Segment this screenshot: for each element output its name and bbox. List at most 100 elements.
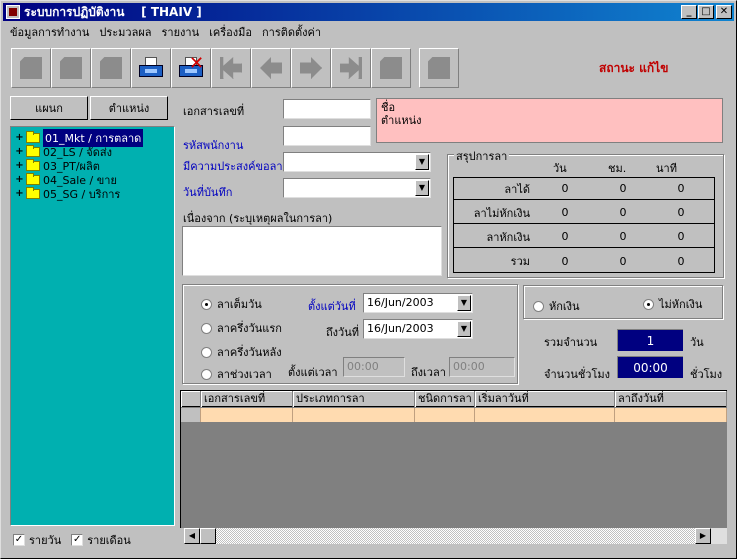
record-date-select[interactable]: ▼ <box>283 178 431 198</box>
delete-button[interactable]: ✕ <box>171 48 211 88</box>
col-header-leave-category[interactable]: ประเภทการลา <box>293 391 415 407</box>
summary-cell: 0 <box>561 182 569 195</box>
department-tab-button[interactable]: แผนก <box>10 96 88 120</box>
total-unit: วัน <box>690 336 704 349</box>
tree-item[interactable]: + 05_SG / บริการ <box>15 187 120 201</box>
deduct-radio[interactable]: หักเงิน <box>533 297 580 315</box>
from-date-select[interactable]: 16/Jun/2003 ▼ <box>363 293 473 313</box>
first-record-button[interactable] <box>211 48 251 88</box>
prev-record-button[interactable] <box>251 48 291 88</box>
folder-icon <box>26 131 40 143</box>
menu-report[interactable]: รายงาน <box>157 23 205 41</box>
scroll-track[interactable] <box>216 528 695 544</box>
open-button[interactable] <box>51 48 91 88</box>
expand-icon[interactable]: + <box>15 146 24 157</box>
grid-cell[interactable] <box>201 408 293 422</box>
menu-tools[interactable]: เครื่องมือ <box>204 23 257 41</box>
grid-cell[interactable] <box>293 408 415 422</box>
scroll-right-icon[interactable]: ▶ <box>695 528 711 544</box>
total-label: รวมจำนวน <box>544 336 598 349</box>
purpose-select[interactable]: ▼ <box>283 152 431 172</box>
time-range-radio[interactable]: ลาช่วงเวลา <box>201 365 272 383</box>
to-time-input[interactable]: 00:00 <box>449 357 515 377</box>
first-half-radio[interactable]: ลาครึ่งวันแรก <box>201 319 282 337</box>
to-date-value: 16/Jun/2003 <box>367 322 434 335</box>
hours-label: จำนวนชั่วโมง <box>544 368 611 381</box>
summary-cell: 0 <box>561 230 569 243</box>
deduct-label: หักเงิน <box>549 300 580 313</box>
toolbar: ✕ <box>11 48 459 88</box>
radio-dot <box>201 298 212 310</box>
grid-cell[interactable] <box>615 408 727 422</box>
menu-settings[interactable]: การติดตั้งค่า <box>257 23 326 41</box>
folder-icon <box>26 187 40 199</box>
col-header-start-date[interactable]: เริ่มลาวันที่ <box>475 391 615 407</box>
doc-no-input[interactable] <box>283 99 371 119</box>
last-record-button[interactable] <box>331 48 371 88</box>
from-time-input[interactable]: 00:00 <box>343 357 405 377</box>
summary-title: สรุปการลา <box>454 147 510 165</box>
row-indicator[interactable] <box>181 408 201 422</box>
full-day-label: ลาเต็มวัน <box>217 298 262 311</box>
grid-cell[interactable] <box>475 408 615 422</box>
next-record-button[interactable] <box>291 48 331 88</box>
left-pane: แผนก ตำแหน่ง + 01_Mkt / การตลาด + 02_LS … <box>8 94 175 527</box>
expand-icon[interactable]: + <box>15 174 24 185</box>
grid-header: เอกสารเลขที่ ประเภทการลา ชนิดการลา เริ่ม… <box>181 391 727 407</box>
col-header-leave-kind[interactable]: ชนิดการลา <box>415 391 475 407</box>
monthly-checkbox[interactable]: ✓ รายเดือน <box>71 531 131 549</box>
position-tab-button[interactable]: ตำแหน่ง <box>90 96 168 120</box>
last-icon <box>340 57 362 79</box>
summary-cell: 0 <box>677 182 685 195</box>
daily-checkbox[interactable]: ✓ รายวัน <box>13 531 61 549</box>
summary-cell: 0 <box>561 254 569 268</box>
chevron-down-icon[interactable]: ▼ <box>457 295 471 311</box>
horizontal-scrollbar[interactable]: ◀ ▶ <box>184 528 727 544</box>
department-tree[interactable]: + 01_Mkt / การตลาด + 02_LS / จัดส่ง + 03… <box>10 126 175 526</box>
expand-icon[interactable]: + <box>15 160 24 171</box>
scroll-thumb[interactable] <box>200 528 216 544</box>
reason-textarea[interactable] <box>182 226 442 276</box>
summary-header-hour: ชม. <box>608 162 627 175</box>
delete-icon: ✕ <box>179 53 204 79</box>
full-day-radio[interactable]: ลาเต็มวัน <box>201 295 262 313</box>
print-button[interactable] <box>371 48 411 88</box>
to-date-select[interactable]: 16/Jun/2003 ▼ <box>363 319 473 339</box>
purpose-label: มีความประสงค์ขอลา <box>183 160 283 173</box>
app-icon[interactable] <box>6 5 20 19</box>
col-header-doc-no[interactable]: เอกสารเลขที่ <box>201 391 293 407</box>
col-header-end-date[interactable]: ลาถึงวันที่ <box>615 391 727 407</box>
expand-icon[interactable]: + <box>15 132 24 143</box>
table-row[interactable] <box>181 408 727 422</box>
copy-button[interactable] <box>91 48 131 88</box>
grid-corner <box>181 391 201 407</box>
chevron-down-icon[interactable]: ▼ <box>415 154 429 170</box>
no-deduct-label: ไม่หักเงิน <box>659 298 703 311</box>
scroll-left-icon[interactable]: ◀ <box>184 528 200 544</box>
emp-id-label: รหัสพนักงาน <box>183 139 244 152</box>
second-half-radio[interactable]: ลาครึ่งวันหลัง <box>201 343 282 361</box>
expand-icon[interactable]: + <box>15 188 24 199</box>
close-button[interactable]: ✕ <box>716 5 732 19</box>
leave-records-grid[interactable]: เอกสารเลขที่ ประเภทการลา ชนิดการลา เริ่ม… <box>180 390 727 528</box>
menu-process[interactable]: ประมวลผล <box>94 23 156 41</box>
doc-no-label: เอกสารเลขที่ <box>183 105 245 118</box>
grid-cell[interactable] <box>415 408 475 422</box>
new-button[interactable] <box>11 48 51 88</box>
time-range-label: ลาช่วงเวลา <box>217 368 272 381</box>
emp-id-input[interactable] <box>283 126 371 146</box>
hours-value: 00:00 <box>617 356 683 378</box>
menu-data[interactable]: ข้อมูลการทำงาน <box>5 23 94 41</box>
table-row: ลาหักเงิน 0 0 0 <box>454 226 714 248</box>
from-date-value: 16/Jun/2003 <box>367 296 434 309</box>
no-deduct-radio[interactable]: ไม่หักเงิน <box>643 295 702 313</box>
folder-icon <box>26 173 40 185</box>
maximize-button[interactable]: □ <box>698 5 714 19</box>
save-button[interactable] <box>131 48 171 88</box>
exit-button[interactable] <box>419 48 459 88</box>
chevron-down-icon[interactable]: ▼ <box>457 321 471 337</box>
minimize-button[interactable]: _ <box>681 5 697 19</box>
from-date-label: ตั้งแต่วันที่ <box>308 300 356 313</box>
chevron-down-icon[interactable]: ▼ <box>415 180 429 196</box>
print-icon <box>380 57 402 79</box>
